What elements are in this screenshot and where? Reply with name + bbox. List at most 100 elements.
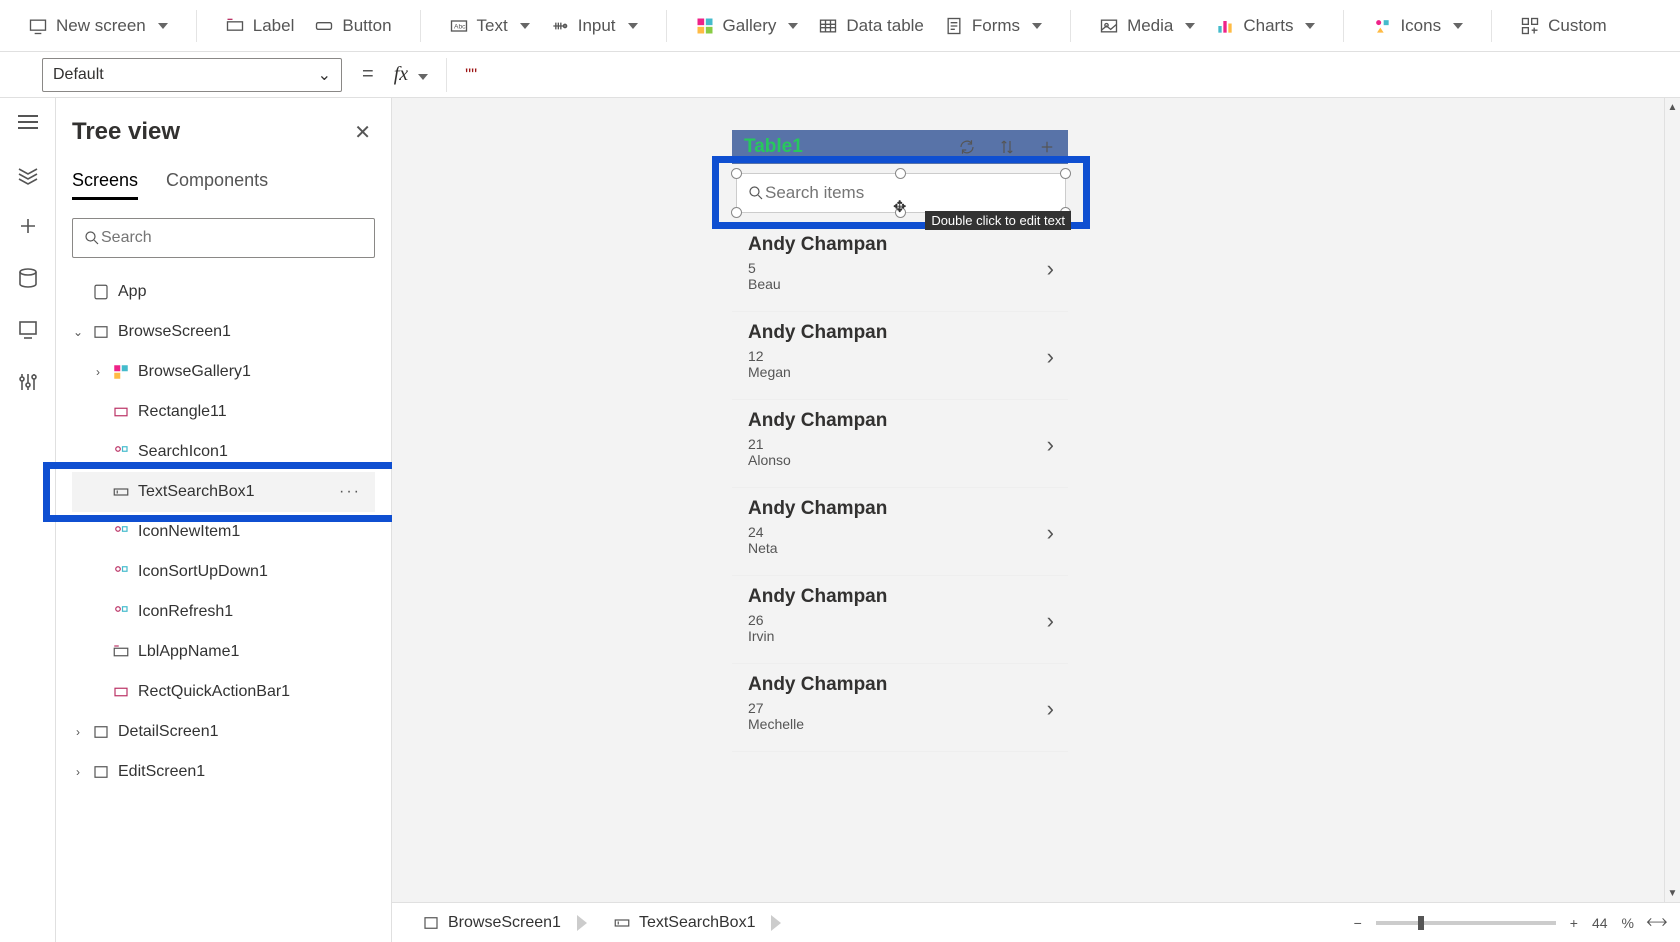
chevron-right-icon[interactable]: › — [1047, 696, 1054, 722]
search-placeholder[interactable] — [765, 183, 1055, 203]
resize-handle[interactable] — [1060, 168, 1071, 179]
list-item[interactable]: Andy Champan 27 Mechelle › — [732, 664, 1068, 752]
tree-node-label: EditScreen1 — [118, 763, 205, 781]
media-rail-icon[interactable] — [16, 318, 40, 342]
breadcrumb[interactable]: BrowseScreen1 — [408, 914, 575, 932]
scroll-up-icon[interactable]: ▲ — [1665, 98, 1680, 116]
breadcrumb[interactable]: TextSearchBox1 — [599, 914, 770, 932]
forms-button[interactable]: Forms — [934, 16, 1052, 36]
custom-button[interactable]: Custom — [1510, 16, 1617, 36]
advanced-rail-icon[interactable] — [16, 370, 40, 394]
row-sub: Mechelle — [748, 716, 1052, 732]
tree-editscreen-node[interactable]: › EditScreen1 — [72, 752, 375, 792]
tree-rectquick-node[interactable]: RectQuickActionBar1 — [72, 672, 375, 712]
tree-node-label: IconSortUpDown1 — [138, 563, 268, 581]
chevron-right-icon[interactable]: › — [1047, 608, 1054, 634]
media-label: Media — [1127, 16, 1173, 36]
hamburger-icon[interactable] — [16, 110, 40, 134]
chevron-right-icon[interactable]: › — [1047, 344, 1054, 370]
tree-search[interactable] — [72, 218, 375, 258]
zoom-slider[interactable] — [1376, 921, 1556, 925]
text-icon: Abc — [449, 16, 469, 36]
tree-iconnew-node[interactable]: IconNewItem1 — [72, 512, 375, 552]
gallery-icon — [695, 16, 715, 36]
label-button[interactable]: Label — [215, 16, 305, 36]
tree-textsearchbox-node[interactable]: TextSearchBox1 ··· — [72, 472, 375, 512]
refresh-icon[interactable] — [958, 138, 976, 156]
text-button[interactable]: Abc Text — [439, 16, 540, 36]
fx-chevron-icon[interactable] — [412, 67, 428, 83]
more-icon[interactable]: ··· — [339, 483, 361, 501]
list-item[interactable]: Andy Champan 5 Beau › — [732, 224, 1068, 312]
row-name: Andy Champan — [748, 322, 1052, 344]
tree-lblappname-node[interactable]: LblAppName1 — [72, 632, 375, 672]
tree-detailscreen-node[interactable]: › DetailScreen1 — [72, 712, 375, 752]
treeview-rail-icon[interactable] — [16, 162, 40, 186]
media-button[interactable]: Media — [1089, 16, 1205, 36]
text-label: Text — [477, 16, 508, 36]
icons-icon — [1372, 16, 1392, 36]
tree-searchicon-node[interactable]: SearchIcon1 — [72, 432, 375, 472]
screen-icon — [422, 914, 440, 932]
tree-rectangle-node[interactable]: Rectangle11 — [72, 392, 375, 432]
tab-screens[interactable]: Screens — [72, 170, 138, 200]
chevron-right-icon[interactable]: › — [1047, 520, 1054, 546]
resize-handle[interactable] — [731, 207, 742, 218]
search-input-control[interactable]: ✥ Double click to edit text — [736, 173, 1066, 213]
resize-handle[interactable] — [731, 168, 742, 179]
search-icon — [83, 229, 101, 247]
label-icon — [225, 16, 245, 36]
tree-browsegallery-node[interactable]: › BrowseGallery1 — [72, 352, 375, 392]
icons-button[interactable]: Icons — [1362, 16, 1473, 36]
formula-bar: Default ⌄ = fx "" — [0, 52, 1680, 98]
button-button[interactable]: Button — [304, 16, 401, 36]
property-label: Default — [53, 66, 104, 84]
fx-icon[interactable]: fx — [394, 63, 408, 86]
canvas-area[interactable]: Table1 ✥ Double click to edit text — [392, 98, 1680, 942]
tree-node-label: IconRefresh1 — [138, 603, 233, 621]
resize-handle[interactable] — [895, 168, 906, 179]
list-item[interactable]: Andy Champan 12 Megan › — [732, 312, 1068, 400]
scroll-down-icon[interactable]: ▼ — [1665, 884, 1680, 902]
list-item[interactable]: Andy Champan 21 Alonso › — [732, 400, 1068, 488]
tree-search-input[interactable] — [101, 229, 364, 247]
list-item[interactable]: Andy Champan 24 Neta › — [732, 488, 1068, 576]
zoom-out-button[interactable]: − — [1354, 915, 1362, 931]
zoom-in-button[interactable]: + — [1570, 915, 1578, 931]
datatable-button[interactable]: Data table — [808, 16, 934, 36]
button-icon — [314, 16, 334, 36]
charts-button[interactable]: Charts — [1205, 16, 1325, 36]
new-screen-button[interactable]: New screen — [18, 16, 178, 36]
chevron-right-icon[interactable]: › — [1047, 256, 1054, 282]
close-icon[interactable]: ✕ — [354, 120, 371, 145]
data-rail-icon[interactable] — [16, 266, 40, 290]
sort-icon[interactable] — [998, 138, 1016, 156]
row-sub: Alonso — [748, 452, 1052, 468]
custom-label: Custom — [1548, 16, 1607, 36]
gallery-button[interactable]: Gallery — [685, 16, 809, 36]
row-name: Andy Champan — [748, 410, 1052, 432]
selection-box[interactable]: ✥ Double click to edit text — [712, 156, 1090, 229]
tree-app-node[interactable]: App — [72, 272, 375, 312]
list-item[interactable]: Andy Champan 26 Irvin › — [732, 576, 1068, 664]
row-value: 21 — [748, 436, 1052, 452]
formula-value[interactable]: "" — [465, 65, 477, 85]
tree-iconsort-node[interactable]: IconSortUpDown1 — [72, 552, 375, 592]
tab-components[interactable]: Components — [166, 170, 268, 200]
tree-view-panel: Tree view ✕ Screens Components App ⌄ Bro… — [56, 98, 392, 942]
vertical-scrollbar[interactable]: ▲ ▼ — [1664, 98, 1680, 902]
screen-icon — [28, 16, 48, 36]
input-button[interactable]: Input — [540, 16, 648, 36]
add-icon[interactable] — [1038, 138, 1056, 156]
tree-node-label: RectQuickActionBar1 — [138, 683, 290, 701]
row-sub: Neta — [748, 540, 1052, 556]
property-dropdown[interactable]: Default ⌄ — [42, 58, 342, 92]
svg-text:Abc: Abc — [454, 23, 466, 30]
tree-browsescreen-node[interactable]: ⌄ BrowseScreen1 — [72, 312, 375, 352]
search-icon — [747, 184, 765, 202]
tree-node-label: BrowseScreen1 — [118, 323, 231, 341]
chevron-right-icon[interactable]: › — [1047, 432, 1054, 458]
tree-iconrefresh-node[interactable]: IconRefresh1 — [72, 592, 375, 632]
fullscreen-icon[interactable]: ⤢ — [1642, 909, 1670, 937]
insert-rail-icon[interactable] — [16, 214, 40, 238]
